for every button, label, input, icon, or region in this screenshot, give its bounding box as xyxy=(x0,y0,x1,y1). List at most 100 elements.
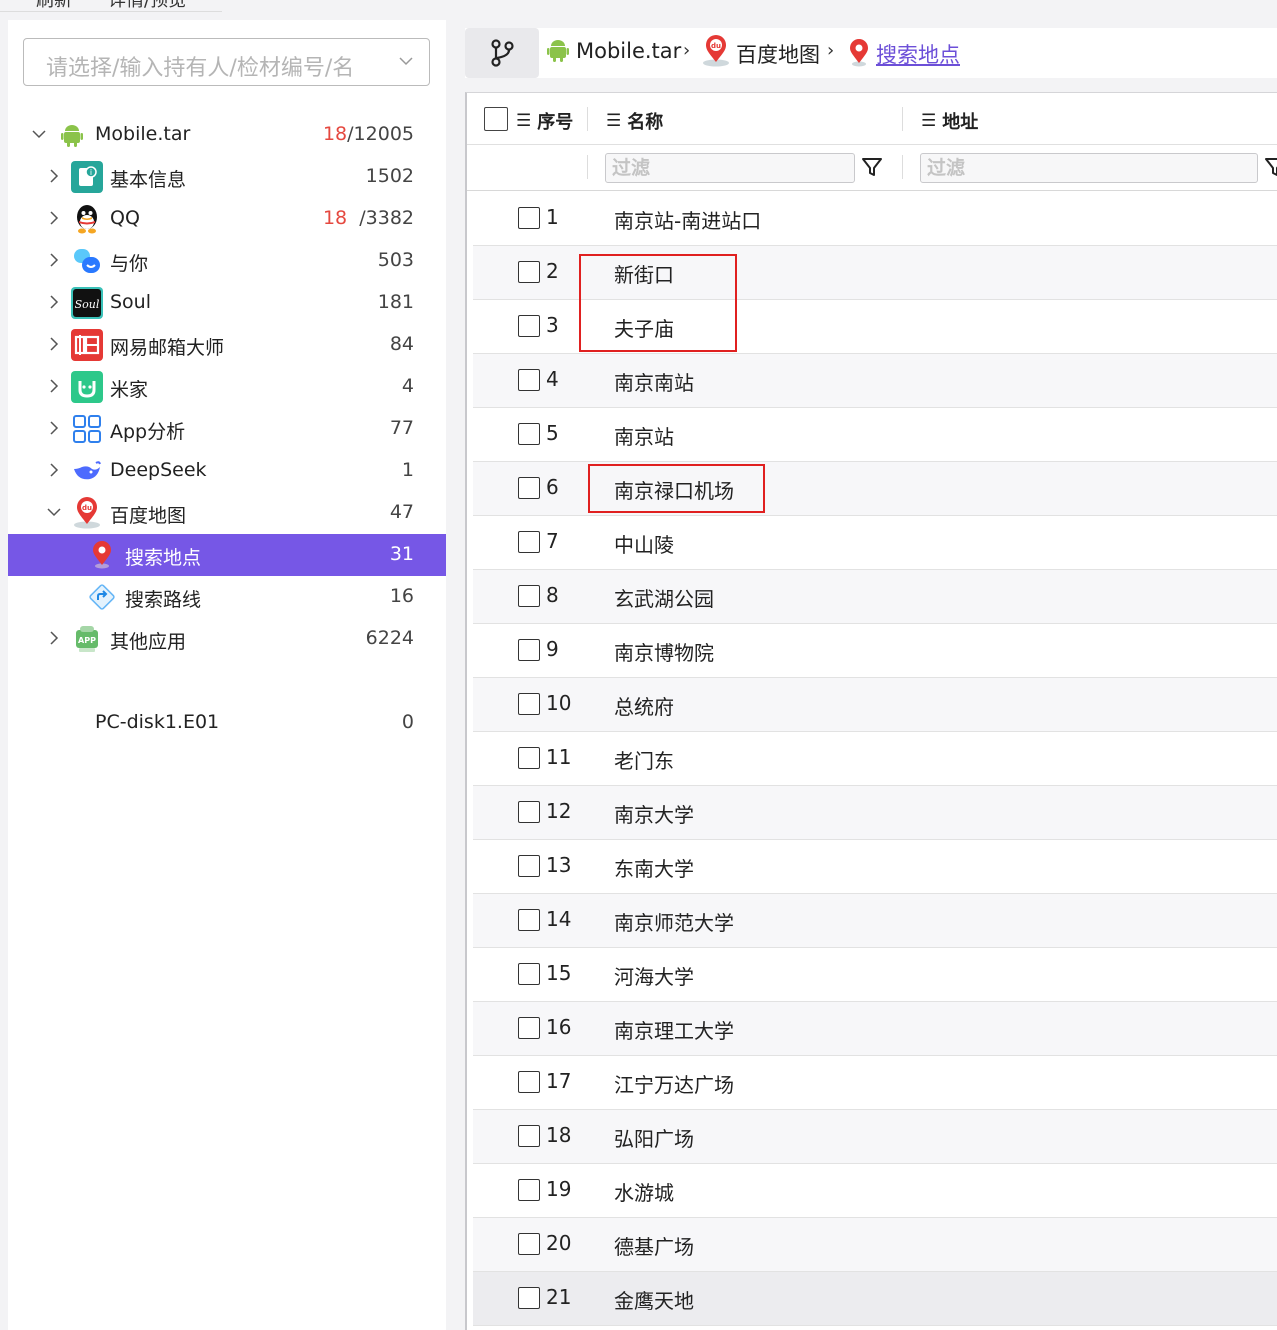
row-checkbox[interactable] xyxy=(518,369,540,391)
chevron-down-icon[interactable] xyxy=(31,126,47,142)
column-divider[interactable] xyxy=(902,107,903,131)
row-checkbox[interactable] xyxy=(518,639,540,661)
app-analysis-icon xyxy=(71,413,103,445)
row-checkbox[interactable] xyxy=(518,909,540,931)
chevron-right-icon[interactable] xyxy=(46,378,62,394)
tree-node-deepseek[interactable]: DeepSeek 1 xyxy=(8,450,446,492)
row-checkbox[interactable] xyxy=(518,693,540,715)
chevron-right-icon[interactable] xyxy=(46,462,62,478)
chevron-right-icon[interactable] xyxy=(46,168,62,184)
column-divider[interactable] xyxy=(587,107,588,131)
chevron-right-icon[interactable] xyxy=(46,294,62,310)
tree-node-pc-disk[interactable]: PC-disk1.E01 0 xyxy=(8,702,446,744)
row-checkbox[interactable] xyxy=(518,1287,540,1309)
breadcrumb-item-root[interactable]: Mobile.tar xyxy=(576,39,681,63)
evidence-select[interactable]: 请选择/输入持有人/检材编号/名 xyxy=(23,38,430,86)
table-row[interactable]: 10 总统府 xyxy=(473,678,1277,732)
row-name: 南京站 xyxy=(614,425,674,449)
table-row[interactable]: 13 东南大学 xyxy=(473,840,1277,894)
row-checkbox[interactable] xyxy=(518,477,540,499)
row-checkbox[interactable] xyxy=(518,315,540,337)
list-icon: ☰ xyxy=(516,111,532,131)
table-row[interactable]: 19 水游城 xyxy=(473,1164,1277,1218)
table-row[interactable]: 12 南京大学 xyxy=(473,786,1277,840)
row-checkbox[interactable] xyxy=(518,207,540,229)
row-checkbox[interactable] xyxy=(518,855,540,877)
tree-node-search-routes[interactable]: 搜索路线 16 xyxy=(8,576,446,618)
tree-node-mobile-tar[interactable]: Mobile.tar 18/12005 xyxy=(8,114,446,156)
row-checkbox[interactable] xyxy=(518,1125,540,1147)
row-checkbox[interactable] xyxy=(518,1233,540,1255)
row-checkbox[interactable] xyxy=(518,261,540,283)
tree-node-label: PC-disk1.E01 xyxy=(95,711,220,733)
filter-input-address[interactable]: 过滤 xyxy=(920,153,1258,183)
tree-node-soul[interactable]: Soul Soul 181 xyxy=(8,282,446,324)
row-index: 16 xyxy=(546,1015,572,1039)
chevron-right-icon[interactable] xyxy=(46,252,62,268)
table-row[interactable]: 16 南京理工大学 xyxy=(473,1002,1277,1056)
row-checkbox[interactable] xyxy=(518,1071,540,1093)
tree-node-search-places[interactable]: 搜索地点 31 xyxy=(8,534,446,576)
highlight-box xyxy=(588,464,765,513)
yuni-icon xyxy=(71,245,103,277)
table-row[interactable]: 4 南京南站 xyxy=(473,354,1277,408)
breadcrumb-item-current[interactable]: 搜索地点 xyxy=(876,39,960,69)
row-checkbox[interactable] xyxy=(518,585,540,607)
row-checkbox[interactable] xyxy=(518,531,540,553)
table-row[interactable]: 1 南京站-南进站口 xyxy=(473,192,1277,246)
column-header-address[interactable]: ☰ 地址 xyxy=(921,108,978,134)
table-row[interactable]: 17 江宁万达广场 xyxy=(473,1056,1277,1110)
column-header-name[interactable]: ☰ 名称 xyxy=(606,108,663,134)
row-checkbox[interactable] xyxy=(518,963,540,985)
row-name: 南京师范大学 xyxy=(614,911,734,935)
row-checkbox[interactable] xyxy=(518,747,540,769)
table-row[interactable]: 5 南京站 xyxy=(473,408,1277,462)
branch-button[interactable] xyxy=(465,28,539,78)
table-row[interactable]: 15 河海大学 xyxy=(473,948,1277,1002)
tree-node-yuni[interactable]: 与你 503 xyxy=(8,240,446,282)
row-index: 5 xyxy=(546,421,559,445)
chevron-down-icon[interactable] xyxy=(46,504,62,520)
row-checkbox[interactable] xyxy=(518,1017,540,1039)
svg-text:Soul: Soul xyxy=(75,298,100,311)
tree-node-baidu-map[interactable]: du 百度地图 47 xyxy=(8,492,446,534)
table-row[interactable]: 21 金鹰天地 xyxy=(473,1272,1277,1326)
row-checkbox[interactable] xyxy=(518,801,540,823)
table-row[interactable]: 9 南京博物院 xyxy=(473,624,1277,678)
breadcrumb-item-app[interactable]: 百度地图 xyxy=(736,39,820,69)
tree-node-mijia[interactable]: 米家 4 xyxy=(8,366,446,408)
filter-icon[interactable] xyxy=(1263,155,1277,179)
table-row[interactable]: 18 弘阳广场 xyxy=(473,1110,1277,1164)
select-all-checkbox[interactable] xyxy=(484,107,508,131)
location-pin-icon xyxy=(86,539,118,571)
table-row[interactable]: 11 老门东 xyxy=(473,732,1277,786)
tree-node-other-apps[interactable]: APP 其他应用 6224 xyxy=(8,618,446,660)
tree-node-app-analysis[interactable]: App分析 77 xyxy=(8,408,446,450)
tree-node-mail-master[interactable]: 网易邮箱大师 84 xyxy=(8,324,446,366)
row-index: 3 xyxy=(546,313,559,337)
row-checkbox[interactable] xyxy=(518,423,540,445)
row-name: 老门东 xyxy=(614,749,674,773)
tree-node-qq[interactable]: QQ 18 /3382 xyxy=(8,198,446,240)
chevron-right-icon[interactable] xyxy=(46,630,62,646)
filter-input-name[interactable]: 过滤 xyxy=(605,153,855,183)
tree-node-count: 84 xyxy=(389,333,414,355)
row-name: 水游城 xyxy=(614,1181,674,1205)
row-index: 9 xyxy=(546,637,559,661)
table-row[interactable]: 14 南京师范大学 xyxy=(473,894,1277,948)
tree-node-label: DeepSeek xyxy=(110,459,207,481)
chevron-right-icon[interactable] xyxy=(46,420,62,436)
column-divider xyxy=(587,155,588,179)
chevron-right-icon[interactable] xyxy=(46,336,62,352)
filter-icon[interactable] xyxy=(860,155,884,179)
row-checkbox[interactable] xyxy=(518,1179,540,1201)
tree-node-label: 搜索地点 xyxy=(125,547,202,569)
table-row[interactable]: 7 中山陵 xyxy=(473,516,1277,570)
table-row[interactable]: 20 德基广场 xyxy=(473,1218,1277,1272)
tree-node-basic-info[interactable]: i 基本信息 1502 xyxy=(8,156,446,198)
table-row[interactable]: 8 玄武湖公园 xyxy=(473,570,1277,624)
column-header-index[interactable]: ☰ 序号 xyxy=(516,108,573,134)
chevron-right-icon[interactable] xyxy=(46,210,62,226)
row-name: 南京理工大学 xyxy=(614,1019,734,1043)
evidence-select-placeholder: 请选择/输入持有人/检材编号/名 xyxy=(46,56,355,81)
